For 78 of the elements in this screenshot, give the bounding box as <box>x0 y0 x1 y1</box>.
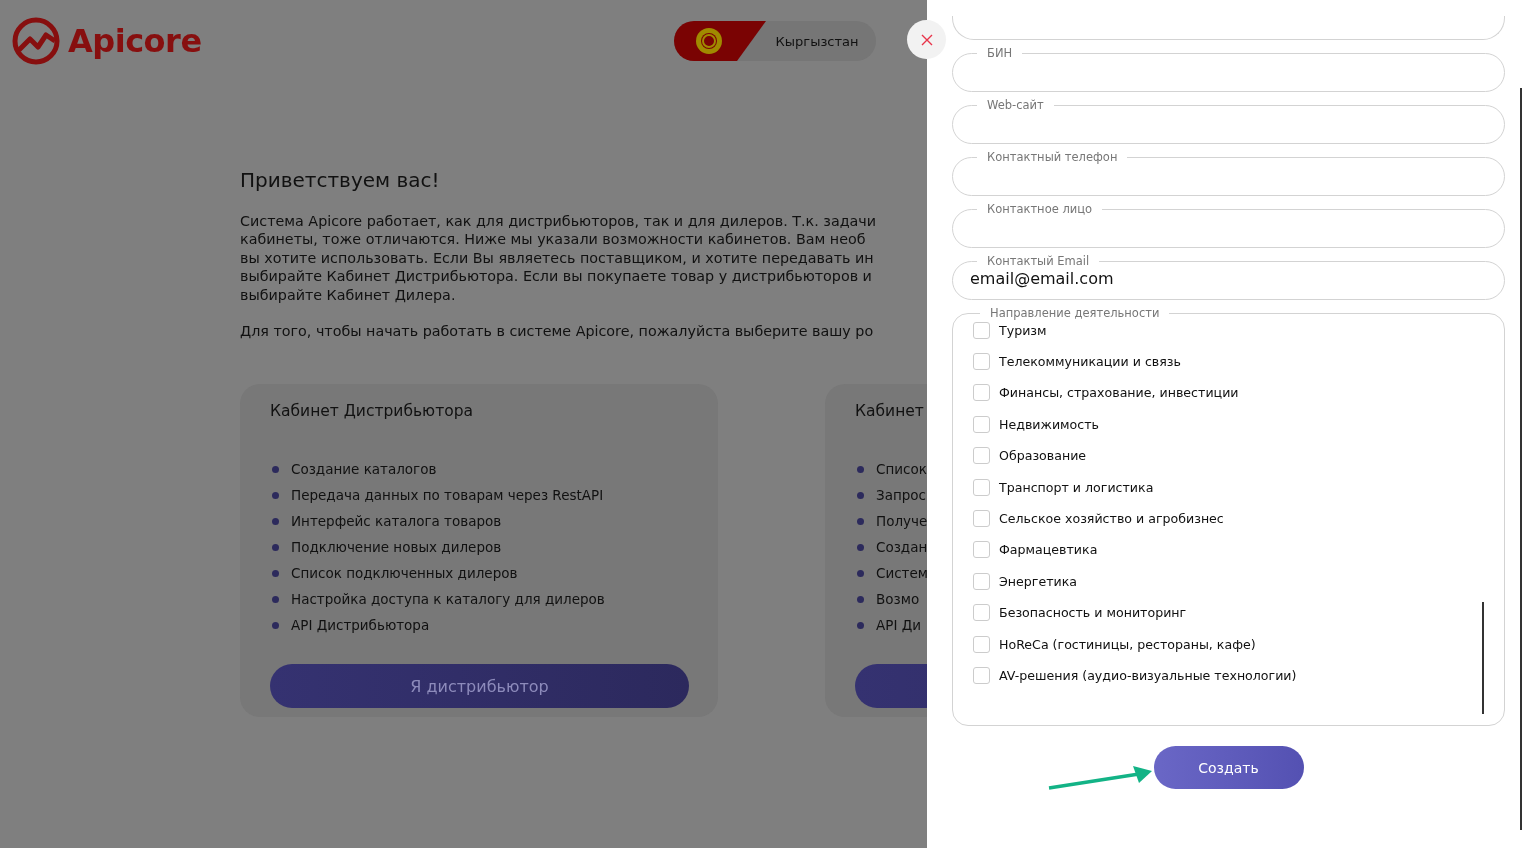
intro-text-line: выбирайте Кабинет Дистрибьютора. Если вы покупаете товар у дистрибьюторов и <box>240 267 873 286</box>
feature-text: Создан <box>876 539 927 556</box>
prompt-text: Для того, чтобы начать работать в системе Apicore, пожалуйста выберите вашу ро <box>240 322 875 341</box>
checkbox[interactable] <box>973 353 990 371</box>
checkbox-label: Туризм <box>999 322 1047 338</box>
checkbox-label: HoReCa (гостиницы, рестораны, кафе) <box>999 636 1256 652</box>
field-label: БИН <box>986 48 1014 60</box>
logo-text: Apicore <box>68 22 202 60</box>
feature-text: Получе <box>876 513 927 530</box>
bullet-icon <box>272 543 279 551</box>
checkbox-label: Недвижимость <box>999 416 1099 432</box>
intro-text-line: выбирайте Кабинет Дилера. <box>240 285 457 305</box>
bullet-icon <box>272 491 279 499</box>
feature-text: Создание каталогов <box>291 461 437 478</box>
role-button[interactable]: Я дистрибьютор <box>270 664 689 709</box>
bullet-icon <box>272 465 279 473</box>
bullet-icon <box>857 465 864 473</box>
checkbox-label: Сельское хозяйство и агробизнес <box>999 511 1224 527</box>
bullet-icon <box>857 621 864 629</box>
checkbox[interactable] <box>973 415 990 433</box>
feature-text: Подключение новых дилеров <box>291 539 502 556</box>
checkbox-label: Образование <box>999 448 1087 464</box>
intro-text-line: вы хотите использовать. Если Вы являетесь поставщиком, и хотите передавать ин <box>240 248 875 268</box>
card-title: Кабинет <box>855 402 925 421</box>
checkbox-label: Фармацевтика <box>999 542 1098 558</box>
bullet-icon <box>857 517 864 525</box>
scrollbar-thumb[interactable] <box>1482 601 1484 714</box>
field-label: Контактый Email <box>986 256 1091 268</box>
bullet-icon <box>857 543 864 551</box>
create-button[interactable]: Создать <box>1153 746 1304 789</box>
bullet-icon <box>857 491 864 499</box>
country-selector[interactable]: Кыргызстан <box>673 21 876 61</box>
intro-text-line: кабинеты, тоже отличаются. Ниже мы указали возможности кабинетов. Вам необ <box>240 230 867 249</box>
checkbox[interactable] <box>973 635 990 653</box>
checkbox-label: Телекоммуникации и связь <box>999 354 1181 370</box>
logo-icon <box>12 17 60 65</box>
checkbox[interactable] <box>973 541 990 559</box>
welcome-title: Приветствуем вас! <box>240 168 441 192</box>
checkbox[interactable] <box>973 667 990 684</box>
checkbox[interactable] <box>973 321 990 339</box>
checkbox-label: Транспорт и логистика <box>999 479 1154 495</box>
bullet-icon <box>272 621 279 629</box>
feature-text: Список подключенных дилеров <box>291 565 518 582</box>
input-field[interactable] <box>952 16 1505 40</box>
field-label: Web-сайт <box>986 100 1045 112</box>
scrollbar[interactable] <box>1520 88 1522 830</box>
feature-text: Передача данных по товарам через RestAPI <box>291 487 604 504</box>
feature-text: Возмо <box>876 591 920 608</box>
feature-text: Настройка доступа к каталогу для дилеров <box>291 591 605 608</box>
feature-text: Систем <box>876 565 927 582</box>
checkbox[interactable] <box>973 604 990 622</box>
feature-text: Интерфейс каталога товаров <box>291 513 502 530</box>
intro-text-line: Система Apicore работает, как для дистрибьюторов, так и для дилеров. Т.к. задачи <box>240 212 878 231</box>
card-title: Кабинет Дистрибьютора <box>270 402 474 421</box>
feature-text: Запрос <box>876 487 926 504</box>
feature-text: API Дистрибьютора <box>291 617 430 634</box>
bullet-icon <box>272 595 279 603</box>
field-label: Контактный телефон <box>986 152 1119 164</box>
field-label: Контактное лицо <box>986 204 1094 216</box>
group-label: Направление деятельности <box>989 308 1161 320</box>
flag-icon <box>673 21 766 61</box>
checkbox-label: AV-решения (аудио-визуальные технологии) <box>999 668 1297 683</box>
close-icon <box>920 33 933 46</box>
feature-text: API Ди <box>876 617 921 634</box>
checkbox[interactable] <box>973 572 990 590</box>
bullet-icon <box>272 517 279 525</box>
checkbox[interactable] <box>973 447 990 465</box>
field-value: email@email.com <box>970 269 1114 289</box>
checkbox[interactable] <box>973 384 990 402</box>
checkbox-label: Энергетика <box>999 573 1077 589</box>
feature-text: Список <box>876 461 927 478</box>
checkbox[interactable] <box>973 510 990 528</box>
checkbox-label: Финансы, страхование, инвестиции <box>999 385 1239 401</box>
checkbox-label: Безопасность и мониторинг <box>999 605 1187 621</box>
bullet-icon <box>857 569 864 577</box>
bullet-icon <box>857 595 864 603</box>
checkbox[interactable] <box>973 478 990 496</box>
bullet-icon <box>272 569 279 577</box>
